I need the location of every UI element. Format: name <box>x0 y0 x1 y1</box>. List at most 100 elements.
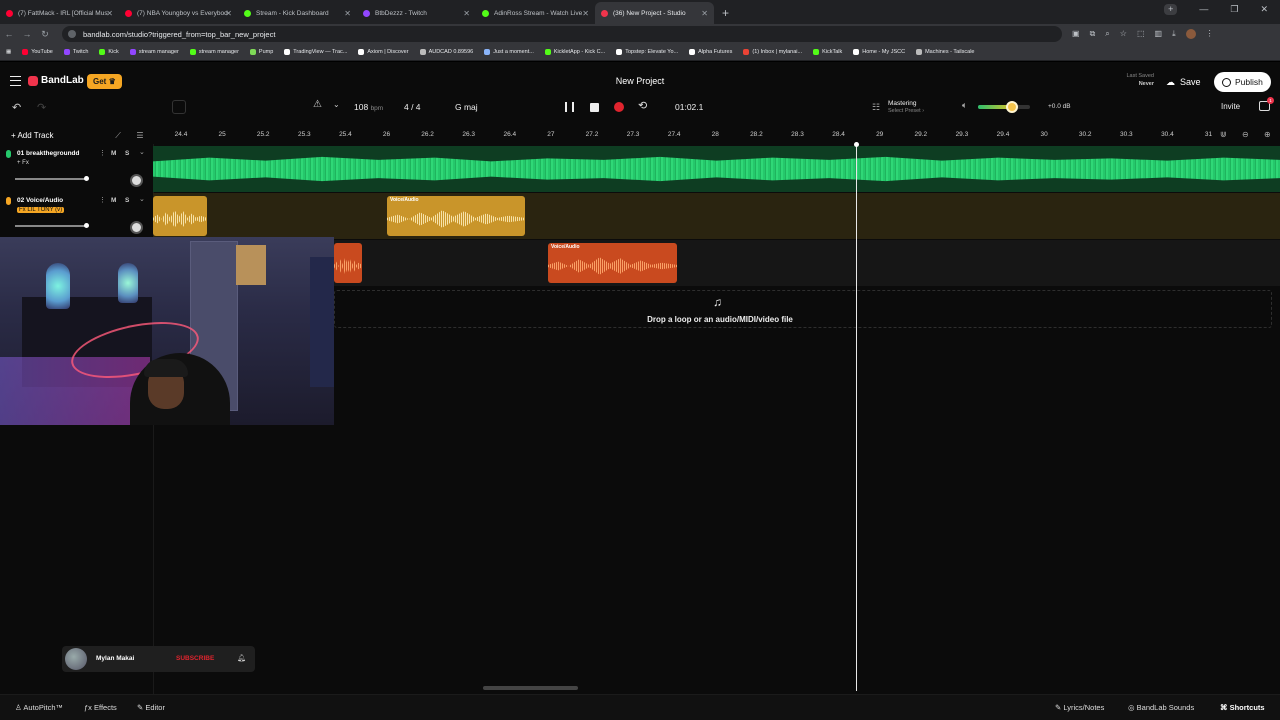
reload-icon[interactable]: ↻ <box>36 29 54 40</box>
audio-clip[interactable] <box>153 196 207 236</box>
save-button[interactable]: ☁ Save <box>1162 73 1205 91</box>
site-info-icon[interactable] <box>68 30 76 38</box>
audio-clip[interactable] <box>334 243 362 283</box>
fx-button[interactable]: + Fx <box>17 160 29 166</box>
mute-button[interactable]: M <box>111 150 116 157</box>
slider-knob[interactable] <box>84 223 89 228</box>
bookmark-item[interactable]: Twitch <box>63 49 88 55</box>
close-tab-icon[interactable]: ✕ <box>106 9 113 18</box>
fx-preset-tag[interactable]: Fx LIL TONY (v) <box>17 207 65 213</box>
bookmark-item[interactable]: TradingView — Trac... <box>284 49 347 55</box>
chevron-down-icon[interactable]: ⌄ <box>139 195 145 203</box>
zoom-in-icon[interactable]: ⊕ <box>1264 130 1271 139</box>
bookmark-item[interactable]: Kick <box>99 49 119 55</box>
mastering-button[interactable]: ☷ Mastering Select Preset › <box>870 98 954 116</box>
snap-magnet-icon[interactable]: ⋓ <box>1220 130 1227 139</box>
browser-tab[interactable]: BtbDezzz - Twitch ✕ <box>357 2 476 24</box>
volume-knob[interactable] <box>1006 101 1019 113</box>
track-header-1[interactable]: 01 breakthegroundd ⋮ M S ⌄ + Fx <box>0 146 153 192</box>
lyrics-notes-button[interactable]: ✎ Lyrics/Notes <box>1055 703 1104 712</box>
zoom-out-icon[interactable]: ⊖ <box>1242 130 1249 139</box>
track-name[interactable]: 02 Voice/Audio <box>17 197 93 204</box>
effects-button[interactable]: ƒx Effects <box>84 703 117 712</box>
track-lane-1[interactable] <box>153 146 1280 192</box>
track-volume-slider[interactable] <box>15 176 89 181</box>
track-lane-2[interactable]: Voice/Audio <box>153 193 1280 239</box>
track-menu-icon[interactable]: ⋮ <box>99 149 106 157</box>
close-tab-icon[interactable]: ✕ <box>463 9 470 18</box>
time-signature-field[interactable]: 4 / 4 <box>404 102 421 112</box>
track-header-2[interactable]: 02 Voice/Audio ⋮ M S ⌄ Fx LIL TONY (v) <box>0 193 153 239</box>
bookmark-item[interactable]: Home - My JSCC <box>853 49 905 55</box>
close-tab-icon[interactable]: ✕ <box>582 9 589 18</box>
mute-button[interactable]: M <box>111 197 116 204</box>
shortcuts-button[interactable]: ⌘ Shortcuts <box>1220 703 1265 712</box>
audio-clip[interactable]: Voice/Audio <box>387 196 525 236</box>
bookmark-item[interactable]: AUDCAD 0.89596 <box>419 49 473 55</box>
minimize-icon[interactable]: — <box>1199 4 1208 15</box>
pan-knob[interactable] <box>130 174 143 187</box>
redo-icon[interactable]: ↷ <box>37 101 46 114</box>
stop-button[interactable] <box>590 103 599 112</box>
mixer-icon[interactable] <box>172 100 186 114</box>
profile-avatar[interactable] <box>1185 29 1196 39</box>
address-bar[interactable]: bandlab.com/studio?triggered_from=top_ba… <box>62 26 1062 42</box>
close-tab-icon[interactable]: ✕ <box>344 9 351 18</box>
bookmark-item[interactable]: stream manager <box>129 49 179 55</box>
tempo-field[interactable]: 108 bpm <box>354 102 383 112</box>
bookmark-item[interactable]: YouTube <box>22 49 53 55</box>
extension-plus-icon[interactable]: + <box>1164 4 1178 15</box>
pause-button[interactable] <box>565 102 574 112</box>
bookmark-item[interactable]: (1) Inbox | mylanai... <box>743 49 802 55</box>
project-title[interactable]: New Project <box>0 76 1280 86</box>
bookmark-item[interactable]: Just a moment... <box>484 49 534 55</box>
back-icon[interactable]: ← <box>0 29 18 39</box>
solo-button[interactable]: S <box>125 150 129 157</box>
bookmark-item[interactable]: Topstep: Elevate Yo... <box>616 49 678 55</box>
gift-icon[interactable]: 1 <box>1259 97 1274 111</box>
publish-button[interactable]: Publish <box>1214 72 1271 92</box>
chevron-down-icon[interactable]: ⌄ <box>333 100 340 109</box>
extension-icon[interactable]: ▣ <box>1072 29 1080 39</box>
track-settings-icon[interactable]: ☰ <box>133 129 147 143</box>
track-menu-icon[interactable]: ⋮ <box>99 196 106 204</box>
chevron-down-icon[interactable]: ⌄ <box>139 148 145 156</box>
master-volume-slider[interactable] <box>978 101 1030 113</box>
playhead[interactable] <box>854 142 859 691</box>
pan-knob[interactable] <box>130 221 143 234</box>
bookmark-item[interactable]: Machines - Tailscale <box>916 49 974 55</box>
slider-knob[interactable] <box>84 176 89 181</box>
bookmark-item[interactable]: KickTalk <box>813 49 842 55</box>
undo-icon[interactable]: ↶ <box>12 101 21 114</box>
bookmark-item[interactable]: Pump <box>249 49 273 55</box>
bookmark-item[interactable]: Alpha Futures <box>689 49 732 55</box>
timeline-ruler[interactable]: 24.4 25 25.2 25.3 25.4 26 26.2 26.3 26.4 27 27.2 27… <box>153 128 1280 144</box>
download-icon[interactable]: ⤓ <box>1172 29 1176 39</box>
editor-button[interactable]: ✎ Editor <box>137 703 165 712</box>
maximize-icon[interactable]: ❐ <box>1230 4 1238 15</box>
bookmark-item[interactable]: Axiom | Discover <box>358 49 409 55</box>
browser-tab-active[interactable]: (36) New Project - Studio ✕ <box>595 2 714 24</box>
close-window-icon[interactable]: ✕ <box>1260 4 1268 15</box>
horizontal-scrollbar[interactable] <box>483 686 578 690</box>
menu-dots-icon[interactable]: ⋮ <box>1206 29 1214 39</box>
speaker-icon[interactable]: 🔈︎ <box>962 100 967 111</box>
sidebar-icon[interactable]: ▥ <box>1155 29 1163 39</box>
metronome-icon[interactable]: ⚠ <box>313 99 322 110</box>
record-button[interactable] <box>614 102 624 112</box>
extensions-puzzle-icon[interactable]: ⬚ <box>1137 29 1145 39</box>
browser-tab[interactable]: Stream - Kick Dashboard ✕ <box>238 2 357 24</box>
autopitch-button[interactable]: ♙ AutoPitch™ <box>15 703 63 712</box>
loop-icon[interactable]: ⟲ <box>638 99 647 112</box>
automation-icon[interactable]: ⟋ <box>111 129 125 143</box>
invite-button[interactable]: Invite <box>1221 102 1240 111</box>
new-tab-button[interactable]: + <box>722 2 729 24</box>
close-tab-icon[interactable]: ✕ <box>701 9 708 18</box>
zoom-icon[interactable]: ⌕ <box>1105 29 1109 39</box>
forward-icon[interactable]: → <box>18 29 36 39</box>
track-name[interactable]: 01 breakthegroundd <box>17 150 93 157</box>
add-track-button[interactable]: + Add Track <box>11 131 53 140</box>
browser-tab[interactable]: AdinRoss Stream - Watch Live ✕ <box>476 2 595 24</box>
browser-tab[interactable]: (7) FattMack - IRL [Official Mus ✕ <box>0 2 119 24</box>
close-tab-icon[interactable]: ✕ <box>225 9 232 18</box>
